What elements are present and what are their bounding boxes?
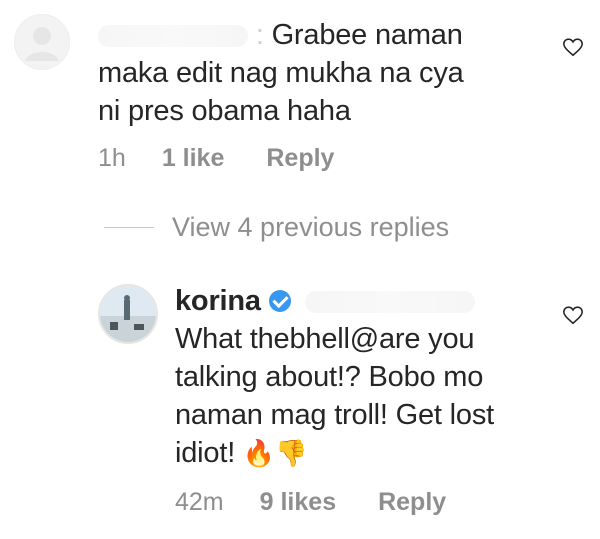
- comment-text-line2: talking about!? Bobo mo: [175, 361, 484, 393]
- divider-line: [104, 227, 154, 228]
- comment-text-line2: maka edit nag mukha na cya: [98, 57, 464, 89]
- comment-timestamp: 1h: [98, 144, 126, 172]
- likes-count[interactable]: 9 likes: [260, 488, 336, 517]
- fire-icon: 🔥: [242, 439, 276, 469]
- reply-button[interactable]: Reply: [378, 488, 446, 517]
- heart-icon[interactable]: [562, 304, 584, 326]
- comment-meta: 1h 1 like Reply: [98, 144, 334, 173]
- likes-count[interactable]: 1 like: [162, 144, 225, 173]
- comment-text: korina What thebhell@are you talking abo…: [175, 282, 575, 473]
- comment-text: : Grabee naman maka edit nag mukha na cy…: [98, 19, 464, 127]
- reply-button[interactable]: Reply: [266, 144, 334, 173]
- avatar[interactable]: [98, 284, 158, 344]
- comment-timestamp: 42m: [175, 488, 224, 516]
- heart-icon[interactable]: [562, 36, 584, 58]
- comment-text-line4: idiot!: [175, 437, 236, 469]
- thumbs-down-icon: 👎: [275, 439, 308, 469]
- redacted-text: [304, 291, 475, 314]
- username[interactable]: korina: [175, 285, 261, 317]
- comment-text-line3: naman mag troll! Get lost: [175, 399, 494, 431]
- redacted-username: [98, 25, 248, 48]
- comment-text-line3: ni pres obama haha: [98, 95, 351, 127]
- avatar[interactable]: [14, 14, 70, 70]
- verified-badge-icon: [268, 290, 291, 312]
- view-previous-replies[interactable]: View 4 previous replies: [104, 212, 449, 243]
- view-replies-label: View 4 previous replies: [172, 212, 450, 242]
- comment-text-line1: Grabee naman: [271, 19, 463, 51]
- comment-text-line1: What thebhell@are you: [175, 323, 475, 355]
- comment-meta: 42m 9 likes Reply: [175, 488, 446, 517]
